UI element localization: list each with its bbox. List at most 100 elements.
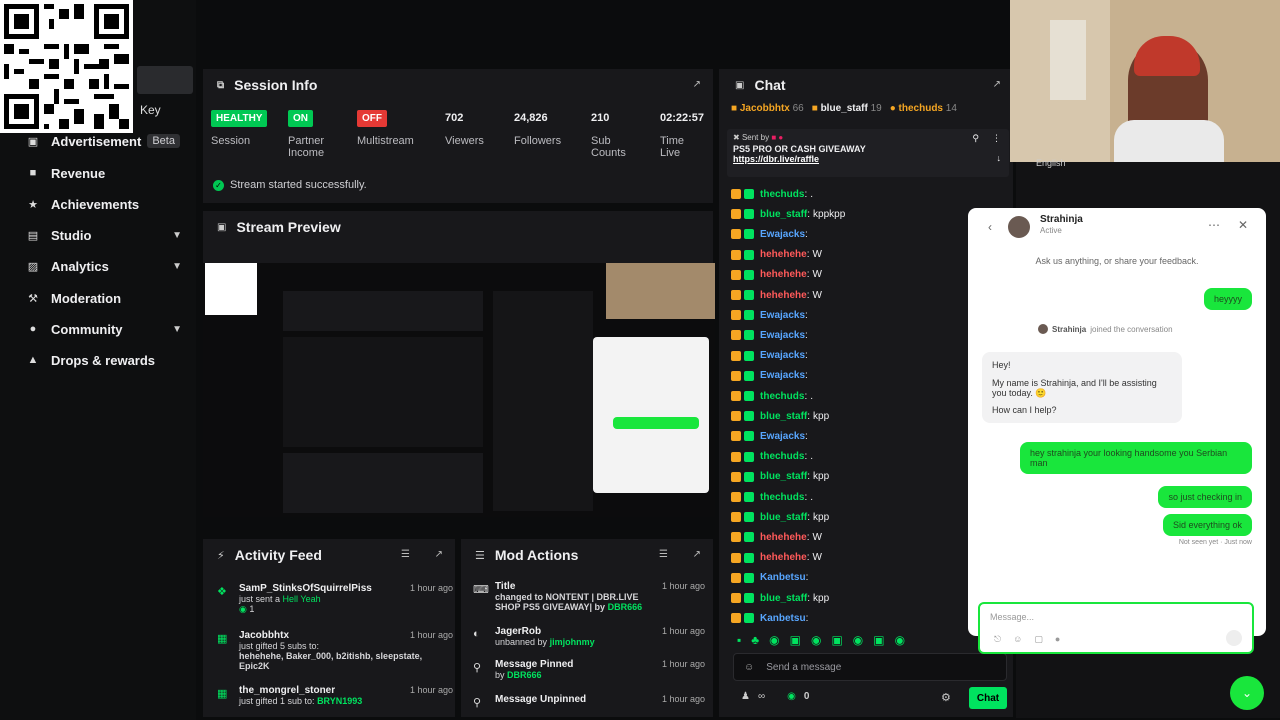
infinity-icon[interactable]: ∞ <box>758 691 765 702</box>
sidebar-item-studio[interactable]: ▤ Studio ▼ <box>0 222 196 248</box>
chat-username[interactable]: thechuds <box>760 492 804 503</box>
chat-username[interactable]: blue_staff <box>760 593 807 604</box>
filter-icon[interactable]: ☰ <box>401 549 410 560</box>
sidebar-item-label: Advertisement <box>51 133 142 149</box>
chat-username[interactable]: Ewajacks <box>760 350 805 361</box>
settings-gear-icon[interactable]: ⚙ <box>941 691 951 704</box>
emote-icon[interactable]: ▣ <box>873 633 884 651</box>
smiley-icon[interactable]: ☺ <box>744 662 754 673</box>
sidebar-item-achievements[interactable]: ★ Achievements <box>0 191 196 217</box>
more-icon[interactable]: ⋯ <box>1208 218 1220 232</box>
chat-username[interactable]: hehehehe <box>760 290 807 301</box>
popout-icon[interactable]: ↗ <box>993 79 1001 90</box>
arrow-down-icon[interactable]: ↓ <box>997 153 1002 163</box>
chat-message: Ewajacks: <box>731 326 811 344</box>
more-icon[interactable]: ⋮ <box>992 133 1001 144</box>
emote-icon[interactable]: ▣ <box>790 633 801 651</box>
chat-username[interactable]: blue_staff <box>760 411 807 422</box>
chat-username[interactable]: hehehehe <box>760 552 807 563</box>
send-icon[interactable] <box>1226 630 1242 646</box>
chat-username[interactable]: Ewajacks <box>760 229 805 240</box>
close-icon[interactable]: ✕ <box>1238 218 1248 232</box>
filter-icon[interactable]: ☰ <box>659 549 668 560</box>
session-icon: ⧉ <box>217 79 225 91</box>
sidebar-item-revenue[interactable]: ■ Revenue <box>0 160 196 186</box>
emote-icon[interactable]: ♣ <box>751 633 759 651</box>
emote-icon[interactable]: ▪ <box>737 633 741 651</box>
popout-icon[interactable]: ↗ <box>435 549 443 560</box>
pinned-link[interactable]: https://dbr.live/raffle <box>733 154 1003 164</box>
chat-text: kppkpp <box>813 208 846 220</box>
lightning-icon: ⚡ <box>217 549 225 562</box>
badge-icon <box>731 350 741 361</box>
panel-header: ☰ Mod Actions <box>475 547 578 563</box>
pin-icon[interactable]: ⚲ <box>972 133 979 144</box>
mic-icon[interactable]: ● <box>1055 634 1060 645</box>
top-chatter[interactable]: ■ Jacobbhtx 66 <box>731 103 804 114</box>
status-text: Stream started successfully. <box>230 179 367 191</box>
popout-icon[interactable]: ↗ <box>693 79 701 90</box>
badge-icon <box>744 613 754 624</box>
chat-input[interactable]: ☺ Send a message <box>733 653 1007 681</box>
chat-username[interactable]: thechuds <box>760 391 804 402</box>
emote-icon[interactable]: ▣ <box>831 633 842 651</box>
emote-icon[interactable]: ◉ <box>895 633 905 651</box>
badge-icon <box>731 451 741 462</box>
activity-item: ❖ SamP_StinksOfSquirrelPiss just sent a … <box>217 583 453 615</box>
back-chevron-icon[interactable]: ‹ <box>988 220 992 234</box>
stat-value: 702 <box>445 112 464 124</box>
chat-send-button[interactable]: Chat <box>969 687 1007 709</box>
chat-username[interactable]: blue_staff <box>760 512 807 523</box>
top-chatter[interactable]: ● thechuds 14 <box>890 103 957 114</box>
agent-avatar-small <box>1038 324 1048 334</box>
chat-username[interactable]: hehehehe <box>760 249 807 260</box>
chat-username[interactable]: Ewajacks <box>760 330 805 341</box>
stream-video[interactable] <box>203 263 715 517</box>
popout-icon[interactable]: ↗ <box>693 549 701 560</box>
badge-icon <box>744 552 754 563</box>
gif-icon[interactable]: ▢ <box>1034 634 1043 645</box>
top-chatter[interactable]: ■ blue_staff 19 <box>812 103 882 114</box>
chat-message: thechuds:. <box>731 185 813 203</box>
emoji-icon[interactable]: ☺ <box>1013 634 1022 645</box>
sidebar-item-drops[interactable]: ▲ Drops & rewards <box>0 347 196 373</box>
badge-icon <box>744 471 754 482</box>
activity-highlight: BRYN1993 <box>317 696 363 706</box>
activity-extra: 1 <box>249 604 255 614</box>
sidebar-item-advertisement[interactable]: ▣ Advertisement Beta <box>0 128 196 154</box>
chat-username[interactable]: hehehehe <box>760 532 807 543</box>
chat-username[interactable]: Ewajacks <box>760 431 805 442</box>
support-message-input[interactable]: Message... ⎋ ☺ ▢ ● <box>978 602 1254 654</box>
chat-username[interactable]: blue_staff <box>760 209 807 220</box>
badge-icon <box>744 310 754 321</box>
badge-icon <box>744 189 754 199</box>
support-launcher-button[interactable]: ⌄ <box>1230 676 1264 710</box>
chat-username[interactable]: Ewajacks <box>760 370 805 381</box>
chat-username[interactable]: blue_staff <box>760 471 807 482</box>
chat-username[interactable]: thechuds <box>760 189 804 200</box>
badge-icon <box>731 613 741 624</box>
chat-username[interactable]: thechuds <box>760 451 804 462</box>
chat-message: hehehehe: W <box>731 528 822 546</box>
chat-username[interactable]: Kanbetsu <box>760 572 806 583</box>
emote-icon[interactable]: ◉ <box>769 633 779 651</box>
activity-text: just gifted 1 sub to: <box>239 696 315 706</box>
user-message: heyyyy <box>1203 288 1252 310</box>
sidebar-item-analytics[interactable]: ▨ Analytics ▼ <box>0 253 196 279</box>
sidebar-item-community[interactable]: ● Community ▼ <box>0 316 196 342</box>
colon: : <box>806 269 810 281</box>
stream-key-label[interactable]: Key <box>140 103 161 117</box>
colon: : <box>805 572 809 584</box>
sidebar-item-moderation[interactable]: ⚒ Moderation <box>0 285 196 311</box>
attach-icon[interactable]: ⎋ <box>994 634 1001 645</box>
emote-icon[interactable]: ◉ <box>853 633 863 651</box>
chat-username[interactable]: Kanbetsu <box>760 613 806 624</box>
beta-badge: Beta <box>147 134 180 148</box>
chat-username[interactable]: Ewajacks <box>760 310 805 321</box>
users-icon[interactable]: ♟ <box>741 691 750 702</box>
sidebar-item-label: Community <box>51 321 123 337</box>
stat-multistream: OFF Multistream <box>357 109 414 147</box>
emote-icon[interactable]: ◉ <box>811 633 821 651</box>
chat-username[interactable]: hehehehe <box>760 269 807 280</box>
chat-message: hehehehe: W <box>731 266 822 284</box>
